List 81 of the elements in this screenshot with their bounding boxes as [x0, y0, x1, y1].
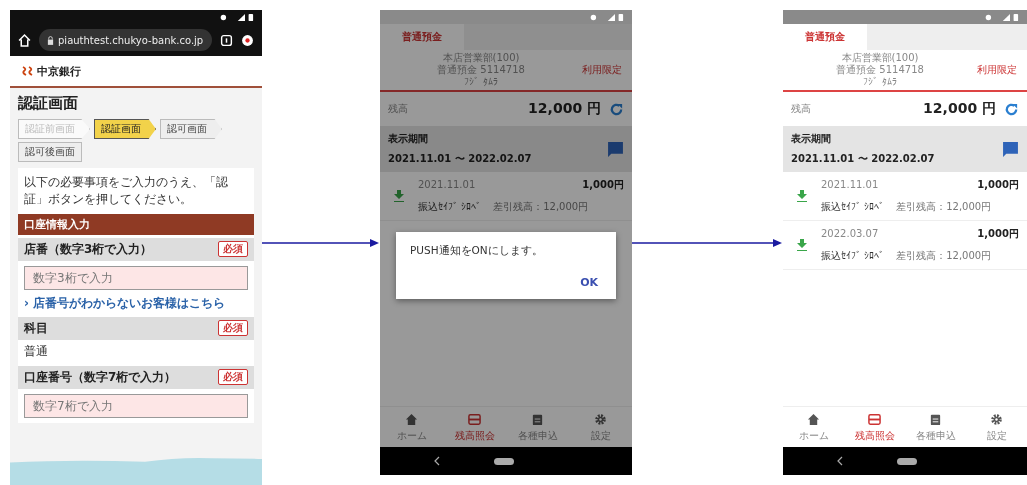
download-icon — [797, 190, 807, 202]
back-icon[interactable] — [837, 456, 843, 466]
bank-name: 中京銀行 — [37, 63, 81, 79]
chat-icon[interactable] — [1002, 140, 1019, 158]
url-text: piauthtest.chukyo-bank.co.jp — [58, 34, 204, 46]
nav-item[interactable]: 各種申込 — [905, 413, 966, 443]
transaction-date: 2022.03.07 — [821, 228, 879, 239]
card-icon — [468, 413, 481, 426]
balance-label: 残高 — [388, 102, 409, 116]
download-icon — [797, 239, 807, 251]
bank-logo-icon — [22, 66, 34, 76]
clipboard-icon — [929, 413, 942, 426]
step-indicator: 認可画面 — [160, 119, 222, 139]
nav-item[interactable]: 設定 — [966, 413, 1027, 443]
nav-item[interactable]: 設定 — [569, 413, 632, 443]
lock-icon — [47, 35, 54, 45]
field-label: 店番（数字3桁で入力） — [24, 240, 153, 258]
back-icon[interactable] — [434, 456, 440, 466]
transaction-balance: 差引残高：12,000円 — [493, 200, 589, 214]
balance-amount: 12,000 円 — [923, 100, 996, 118]
transaction-date: 2021.11.01 — [418, 179, 476, 190]
field-label: 科目 — [24, 319, 48, 337]
account-holder: ﾌｼﾞ ﾀﾑﾗ — [863, 76, 897, 88]
transaction-balance: 差引残高：12,000円 — [896, 249, 992, 263]
refresh-icon[interactable] — [609, 101, 624, 117]
page-title: 認証画面 — [18, 94, 79, 113]
clipboard-icon — [531, 413, 544, 426]
transaction-description: 振込ｾｲﾌﾞ ｼﾛﾍﾞ — [821, 249, 885, 263]
section-header: 口座情報入力 — [18, 213, 254, 235]
nav-item[interactable]: 残高照会 — [443, 413, 506, 443]
field-label: 口座番号（数字7桁で入力） — [24, 368, 177, 386]
period-label: 表示期間 — [388, 132, 429, 146]
instruction-text: 以下の必要事項をご入力のうえ、「認証」ボタンを押してください。 — [23, 174, 229, 208]
transaction-date: 2021.11.01 — [821, 179, 879, 190]
tabs-icon[interactable] — [220, 33, 233, 47]
period-range: 2021.11.01 〜 2022.02.07 — [388, 152, 533, 166]
account-number: 普通預金 5114718 — [437, 64, 525, 76]
gear-icon — [990, 413, 1003, 426]
step-indicator: 認可後画面 — [18, 142, 82, 162]
balance-label: 残高 — [791, 102, 812, 116]
field-value: 普通 — [23, 342, 49, 360]
address-bar[interactable]: piauthtest.chukyo-bank.co.jp — [39, 29, 212, 51]
profile-icon[interactable] — [241, 33, 254, 47]
home-pill[interactable] — [897, 457, 917, 465]
limit-link[interactable]: 利用限定 — [582, 63, 622, 77]
card-icon — [868, 413, 881, 426]
ok-button[interactable]: OK — [576, 274, 602, 291]
nav-item[interactable]: 各種申込 — [506, 413, 569, 443]
transaction-balance: 差引残高：12,000円 — [896, 200, 992, 214]
download-icon — [394, 190, 404, 202]
nav-item[interactable]: ホーム — [783, 413, 844, 443]
home-pill[interactable] — [494, 457, 514, 465]
home-icon[interactable] — [18, 33, 31, 47]
step-indicator: 認証画面 — [94, 119, 156, 139]
account-number: 普通預金 5114718 — [836, 64, 924, 76]
period-label: 表示期間 — [791, 132, 832, 146]
transaction-amount: 1,000円 — [977, 227, 1019, 241]
required-badge: 必須 — [218, 369, 248, 386]
help-link[interactable]: › 店番号がわからないお客様はこちら — [18, 294, 254, 314]
required-badge: 必須 — [218, 241, 248, 258]
branch-text: 本店営業部(100) — [841, 52, 919, 64]
chat-icon[interactable] — [607, 140, 624, 158]
account-tab[interactable]: 普通預金 — [783, 24, 867, 50]
transaction-amount: 1,000円 — [582, 178, 624, 192]
transaction-description: 振込ｾｲﾌﾞ ｼﾛﾍﾞ — [821, 200, 885, 214]
nav-item[interactable]: 残高照会 — [844, 413, 905, 443]
home-icon — [807, 413, 820, 426]
home-icon — [405, 413, 418, 426]
transaction-amount: 1,000円 — [977, 178, 1019, 192]
gear-icon — [594, 413, 607, 426]
required-badge: 必須 — [218, 320, 248, 337]
limit-link[interactable]: 利用限定 — [977, 63, 1017, 77]
transaction-description: 振込ｾｲﾌﾞ ｼﾛﾍﾞ — [418, 200, 482, 214]
input-field[interactable]: 数字7桁で入力 — [24, 393, 248, 418]
period-range: 2021.11.01 〜 2022.02.07 — [791, 152, 936, 166]
dialog-message: PUSH通知をONにします。 — [410, 244, 544, 258]
input-field[interactable]: 数字3桁で入力 — [24, 265, 248, 290]
balance-amount: 12,000 円 — [528, 100, 601, 118]
account-tab[interactable]: 普通預金 — [380, 24, 464, 50]
refresh-icon[interactable] — [1004, 101, 1019, 117]
branch-text: 本店営業部(100) — [442, 52, 520, 64]
